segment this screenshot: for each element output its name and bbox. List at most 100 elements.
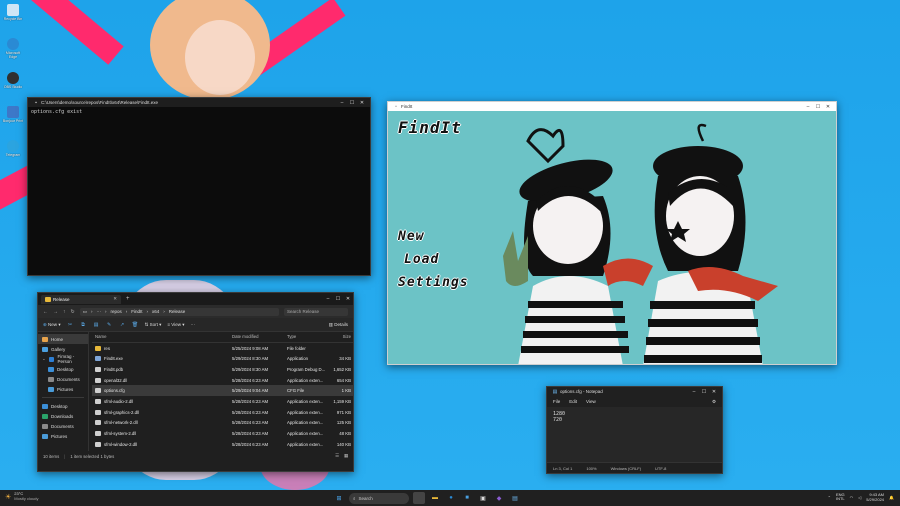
- details-button[interactable]: ▥ Details: [329, 322, 348, 328]
- paste-icon[interactable]: ▤: [93, 322, 100, 328]
- clock[interactable]: 9:43 AM 5/29/2024: [866, 492, 884, 502]
- settings-gear-icon[interactable]: ⚙: [712, 399, 716, 405]
- notepad-window[interactable]: ▤ options.cfg - Notepad – ☐ ✕ File Edit …: [546, 386, 723, 474]
- details-view-icon[interactable]: ☰: [335, 453, 339, 459]
- breadcrumb-release[interactable]: Release: [169, 309, 186, 314]
- up-icon[interactable]: ↑: [63, 309, 66, 315]
- back-icon[interactable]: ←: [43, 309, 48, 315]
- findit-window[interactable]: ▫ FindIt – ☐ ✕ FindIt New Load Settings: [387, 101, 837, 365]
- file-row[interactable]: sfml-audio-2.dll 5/28/2024 6:23 AM Applica…: [92, 396, 353, 407]
- maximize-button[interactable]: ☐: [333, 296, 343, 302]
- share-icon[interactable]: ↗: [119, 322, 126, 328]
- file-row[interactable]: FindIt.pdb 5/29/2024 8:30 AM Program Debug…: [92, 364, 353, 375]
- tab-release[interactable]: Release ✕: [41, 294, 121, 304]
- file-row[interactable]: openal32.dll 5/28/2024 6:23 AM Application…: [92, 375, 353, 386]
- sidebar-item-documents[interactable]: Documents: [38, 374, 88, 384]
- store-icon[interactable]: ■: [461, 492, 473, 504]
- minimize-button[interactable]: –: [803, 104, 813, 110]
- delete-icon[interactable]: 🗑: [132, 322, 139, 328]
- wifi-icon[interactable]: ◠: [850, 495, 854, 500]
- minimize-button[interactable]: –: [337, 100, 347, 106]
- notepad-titlebar[interactable]: ▤ options.cfg - Notepad – ☐ ✕: [547, 387, 722, 396]
- sidebar-item-home[interactable]: Home: [38, 334, 88, 344]
- desktop-icon-edge[interactable]: Microsoft Edge: [2, 38, 24, 59]
- close-button[interactable]: ✕: [357, 100, 367, 106]
- minimize-button[interactable]: –: [323, 296, 333, 302]
- overflow-icon[interactable]: ···: [96, 309, 101, 314]
- file-explorer-window[interactable]: Release ✕ + – ☐ ✕ ← → ↑ ↻ ▭ › ··· › repo…: [37, 292, 354, 472]
- windows-start-icon[interactable]: ⊞: [333, 492, 345, 504]
- refresh-icon[interactable]: ↻: [71, 309, 75, 315]
- close-button[interactable]: ✕: [709, 389, 719, 395]
- forward-icon[interactable]: →: [53, 309, 58, 315]
- menu-settings[interactable]: Settings: [398, 275, 469, 290]
- desktop-icon-bonjour[interactable]: Bonjour Print: [2, 106, 24, 123]
- sidebar-item-downloads[interactable]: Downloads: [38, 411, 88, 421]
- sidebar-item-desktop-quick[interactable]: Desktop: [38, 401, 88, 411]
- speaker-icon[interactable]: ◁: [858, 495, 861, 500]
- column-header-name[interactable]: Name: [92, 334, 232, 339]
- desktop-icon-recycle-bin[interactable]: Recycle Bin: [2, 4, 24, 21]
- console-output[interactable]: options.cfg exist: [28, 107, 370, 117]
- file-row[interactable]: sfml-system-2.dll 5/28/2024 6:23 AM Applic…: [92, 428, 353, 439]
- sidebar-item-onedrive[interactable]: ⌄ Fimrag - Person: [38, 354, 88, 364]
- visual-studio-icon[interactable]: ◆: [493, 492, 505, 504]
- sidebar-item-gallery[interactable]: Gallery: [38, 344, 88, 354]
- file-row[interactable]: res 5/25/2024 9:08 AM File folder: [92, 343, 353, 354]
- breadcrumb-repos[interactable]: repos: [110, 309, 121, 314]
- column-header-size[interactable]: Size: [330, 334, 353, 339]
- edge-icon[interactable]: ●: [445, 492, 457, 504]
- chevron-down-icon[interactable]: ⌄: [42, 356, 46, 362]
- rename-icon[interactable]: ✎: [106, 322, 113, 328]
- breadcrumb-x64[interactable]: x64: [152, 309, 159, 314]
- console-titlebar[interactable]: ▪ C:\Users\demo\source\repos\FindIt\x64\…: [28, 98, 370, 107]
- sidebar-item-pictures[interactable]: Pictures: [38, 384, 88, 394]
- more-options-icon[interactable]: ···: [190, 322, 195, 327]
- file-row[interactable]: sfml-window-2.dll 5/28/2024 6:23 AM Applic…: [92, 439, 353, 450]
- notification-bell-icon[interactable]: 🔔: [889, 495, 894, 500]
- cut-icon[interactable]: ✂: [67, 322, 74, 328]
- column-header-type[interactable]: Type: [287, 334, 330, 339]
- breadcrumb-findit[interactable]: FindIt: [131, 309, 142, 314]
- task-view-icon[interactable]: [413, 492, 425, 504]
- minimize-button[interactable]: –: [689, 389, 699, 395]
- menu-file[interactable]: File: [553, 399, 560, 404]
- file-row[interactable]: sfml-graphics-2.dll 5/28/2024 6:23 AM Appl…: [92, 407, 353, 418]
- search-input[interactable]: Search Release: [284, 307, 348, 316]
- file-row[interactable]: options.cfg 5/29/2024 9:04 AM CFG File 1 KB: [92, 385, 353, 397]
- terminal-icon[interactable]: ▣: [477, 492, 489, 504]
- chevron-up-icon[interactable]: ⌃: [828, 495, 831, 500]
- sidebar-item-documents-quick[interactable]: Documents: [38, 421, 88, 431]
- view-button[interactable]: ≡ View ▾: [167, 322, 184, 328]
- sort-button[interactable]: ⇅ Sort ▾: [145, 322, 162, 328]
- language-indicator[interactable]: ENG INTL: [836, 492, 845, 502]
- new-button[interactable]: ⊕ New ▾: [43, 322, 61, 328]
- game-canvas[interactable]: FindIt New Load Settings: [388, 111, 836, 364]
- column-header-date[interactable]: Date modified: [232, 334, 287, 339]
- menu-new[interactable]: New: [398, 229, 424, 244]
- file-explorer-icon[interactable]: ▬: [429, 492, 441, 504]
- tiles-view-icon[interactable]: ▦: [344, 453, 348, 459]
- notepad-text-area[interactable]: 1280 720: [547, 407, 722, 462]
- taskbar-search[interactable]: ⌕ Search: [349, 492, 409, 504]
- close-tab-icon[interactable]: ✕: [113, 296, 117, 302]
- menu-view[interactable]: View: [586, 399, 596, 404]
- close-button[interactable]: ✕: [343, 296, 353, 302]
- sidebar-item-pictures-quick[interactable]: Pictures: [38, 431, 88, 441]
- close-button[interactable]: ✕: [823, 104, 833, 110]
- new-tab-button[interactable]: +: [126, 296, 130, 302]
- weather-widget[interactable]: ☀ 23°C Mostly cloudy: [5, 491, 39, 501]
- maximize-button[interactable]: ☐: [347, 100, 357, 106]
- desktop-icon-obs[interactable]: OBS Studio: [2, 72, 24, 89]
- menu-load[interactable]: Load: [404, 252, 439, 267]
- console-window[interactable]: ▪ C:\Users\demo\source\repos\FindIt\x64\…: [27, 97, 371, 276]
- findit-titlebar[interactable]: ▫ FindIt – ☐ ✕: [388, 102, 836, 111]
- file-row[interactable]: sfml-network-2.dll 5/28/2024 6:23 AM Appli…: [92, 418, 353, 429]
- file-row[interactable]: FindIt.exe 5/29/2024 8:30 AM Application 34…: [92, 353, 353, 364]
- notepad-icon[interactable]: ▤: [509, 492, 521, 504]
- maximize-button[interactable]: ☐: [813, 104, 823, 110]
- copy-icon[interactable]: ⧉: [80, 322, 87, 328]
- address-bar[interactable]: ▭ › ··· › repos › FindIt › x64 › Release: [79, 307, 279, 316]
- desktop-icon-telegram[interactable]: Telegram: [2, 140, 24, 157]
- sidebar-item-desktop[interactable]: Desktop: [38, 364, 88, 374]
